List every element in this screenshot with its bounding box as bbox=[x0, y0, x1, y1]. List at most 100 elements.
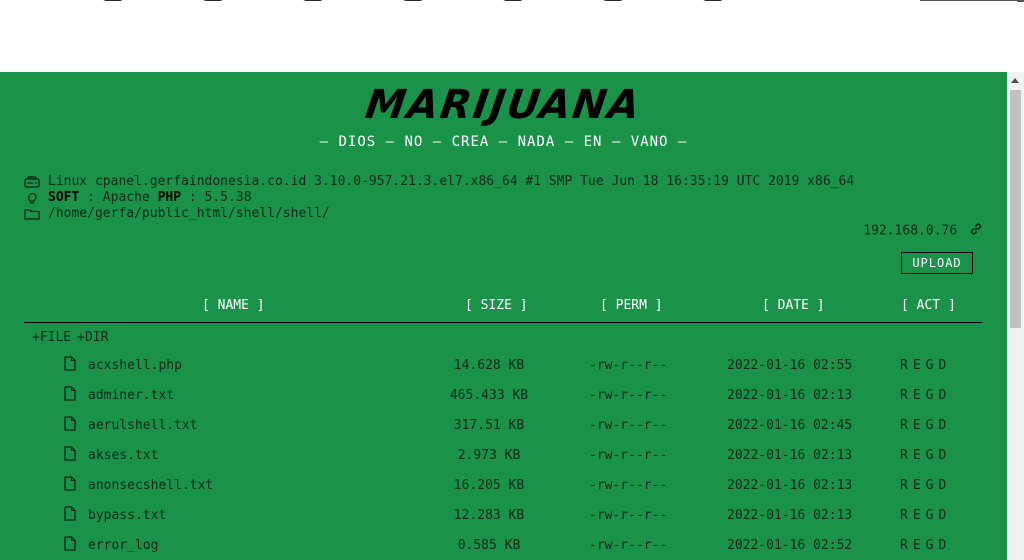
upload-button[interactable]: UPLOAD bbox=[901, 252, 973, 274]
file-permissions[interactable]: -rw-r--r-- bbox=[589, 418, 667, 433]
table-row: acxshell.php 14.628 KB -rw-r--r-- 2022-01-1… bbox=[24, 352, 982, 382]
column-date-header: [ DATE ] bbox=[762, 298, 825, 313]
action-delete-button[interactable]: D bbox=[938, 478, 946, 493]
soft-label: SOFT bbox=[48, 190, 80, 205]
action-edit-button[interactable]: E bbox=[913, 538, 921, 553]
action-edit-button[interactable]: E bbox=[913, 508, 921, 523]
file-date: 2022-01-16 02:13 bbox=[727, 478, 853, 493]
uname-text: Linux cpanel.gerfaindonesia.co.id 3.10.0… bbox=[48, 174, 855, 189]
file-icon bbox=[64, 536, 76, 555]
folder-icon bbox=[24, 208, 40, 220]
file-name[interactable]: anonsecshell.txt bbox=[88, 478, 213, 493]
action-delete-button[interactable]: D bbox=[938, 418, 946, 433]
file-actions: REGD bbox=[900, 478, 951, 493]
table-row: anonsecshell.txt 16.205 KB -rw-r--r-- 2022-… bbox=[24, 472, 982, 502]
action-edit-button[interactable]: E bbox=[913, 418, 921, 433]
file-actions: REGD bbox=[900, 388, 951, 403]
action-download-button[interactable]: G bbox=[926, 358, 934, 373]
file-size: 12.283 KB bbox=[453, 508, 525, 523]
php-value: : 5.5.38 bbox=[181, 190, 252, 205]
file-date: 2022-01-16 02:13 bbox=[727, 448, 853, 463]
new-dir-button[interactable]: +DIR bbox=[77, 330, 108, 345]
file-actions: REGD bbox=[900, 538, 951, 553]
file-actions: REGD bbox=[900, 508, 951, 523]
file-permissions[interactable]: -rw-r--r-- bbox=[589, 388, 667, 403]
file-name[interactable]: bypass.txt bbox=[88, 508, 166, 523]
action-delete-button[interactable]: D bbox=[938, 358, 946, 373]
file-name[interactable]: adminer.txt bbox=[88, 388, 174, 403]
file-actions: REGD bbox=[900, 448, 951, 463]
file-icon bbox=[64, 506, 76, 525]
file-permissions[interactable]: -rw-r--r-- bbox=[589, 508, 667, 523]
column-perm-header: [ PERM ] bbox=[600, 298, 663, 313]
path-line: /home/gerfa/public_html/shell/shell/ bbox=[24, 206, 330, 221]
action-edit-button[interactable]: E bbox=[913, 478, 921, 493]
table-row: akses.txt 2.973 KB -rw-r--r-- 2022-01-16 02… bbox=[24, 442, 982, 472]
file-name[interactable]: akses.txt bbox=[88, 448, 158, 463]
file-name[interactable]: error_log bbox=[88, 538, 158, 553]
action-delete-button[interactable]: D bbox=[938, 388, 946, 403]
action-edit-button[interactable]: E bbox=[913, 388, 921, 403]
file-name[interactable]: acxshell.php bbox=[88, 358, 182, 373]
soft-value: : Apache bbox=[79, 190, 158, 205]
uname-line: Linux cpanel.gerfaindonesia.co.id 3.10.0… bbox=[24, 174, 854, 189]
file-size: 16.205 KB bbox=[453, 478, 525, 493]
file-size: 14.628 KB bbox=[453, 358, 525, 373]
action-rename-button[interactable]: R bbox=[900, 388, 908, 403]
scroll-up-arrow-icon[interactable] bbox=[1011, 78, 1019, 83]
file-size: 317.51 KB bbox=[453, 418, 525, 433]
action-delete-button[interactable]: D bbox=[938, 538, 946, 553]
ip-line: 192.168.0.76 bbox=[863, 222, 983, 240]
column-size-header: [ SIZE ] bbox=[465, 298, 528, 313]
action-download-button[interactable]: G bbox=[926, 418, 934, 433]
file-size: 465.433 KB bbox=[449, 388, 529, 403]
action-rename-button[interactable]: R bbox=[900, 538, 908, 553]
scrollbar-thumb[interactable] bbox=[1010, 90, 1021, 328]
action-edit-button[interactable]: E bbox=[913, 448, 921, 463]
file-icon bbox=[64, 386, 76, 405]
file-permissions[interactable]: -rw-r--r-- bbox=[589, 448, 667, 463]
new-file-button[interactable]: +FILE bbox=[32, 330, 71, 345]
file-permissions[interactable]: -rw-r--r-- bbox=[589, 538, 667, 553]
action-delete-button[interactable]: D bbox=[938, 508, 946, 523]
action-download-button[interactable]: G bbox=[926, 448, 934, 463]
file-icon bbox=[64, 446, 76, 465]
table-row: adminer.txt 465.433 KB -rw-r--r-- 2022-01-1… bbox=[24, 382, 982, 412]
file-manager-page: MARIJUANA — DIOS — NO — CREA — NADA — EN… bbox=[0, 72, 1007, 560]
table-row: error_log 0.585 KB -rw-r--r-- 2022-01-16 02… bbox=[24, 532, 982, 560]
file-icon bbox=[64, 416, 76, 435]
file-permissions[interactable]: -rw-r--r-- bbox=[589, 478, 667, 493]
table-header: [ NAME ] [ SIZE ] [ PERM ] [ DATE ] [ AC… bbox=[24, 298, 982, 322]
action-edit-button[interactable]: E bbox=[913, 358, 921, 373]
slogan: — DIOS — NO — CREA — NADA — EN — VANO — bbox=[319, 134, 688, 150]
table-row: bypass.txt 12.283 KB -rw-r--r-- 2022-01-16 … bbox=[24, 502, 982, 532]
file-actions: REGD bbox=[900, 418, 951, 433]
action-rename-button[interactable]: R bbox=[900, 508, 908, 523]
file-date: 2022-01-16 02:45 bbox=[727, 418, 853, 433]
server-ip: 192.168.0.76 bbox=[863, 223, 958, 239]
action-delete-button[interactable]: D bbox=[938, 448, 946, 463]
file-date: 2022-01-16 02:55 bbox=[727, 358, 853, 373]
action-download-button[interactable]: G bbox=[926, 478, 934, 493]
file-permissions[interactable]: -rw-r--r-- bbox=[589, 358, 667, 373]
lightbulb-icon bbox=[24, 192, 40, 204]
action-download-button[interactable]: G bbox=[926, 388, 934, 403]
file-icon bbox=[64, 476, 76, 495]
file-icon bbox=[64, 356, 76, 375]
file-size: 0.585 KB bbox=[457, 538, 521, 553]
action-rename-button[interactable]: R bbox=[900, 358, 908, 373]
file-date: 2022-01-16 02:13 bbox=[727, 508, 853, 523]
link-icon[interactable] bbox=[969, 222, 983, 240]
hard-drive-icon bbox=[24, 175, 40, 188]
action-rename-button[interactable]: R bbox=[900, 478, 908, 493]
file-name[interactable]: aerulshell.txt bbox=[88, 418, 198, 433]
current-path[interactable]: /home/gerfa/public_html/shell/shell/ bbox=[48, 206, 330, 221]
action-rename-button[interactable]: R bbox=[900, 418, 908, 433]
action-download-button[interactable]: G bbox=[926, 508, 934, 523]
vertical-scrollbar[interactable] bbox=[1007, 72, 1024, 560]
file-actions: REGD bbox=[900, 358, 951, 373]
file-date: 2022-01-16 02:13 bbox=[727, 388, 853, 403]
file-date: 2022-01-16 02:52 bbox=[727, 538, 853, 553]
action-download-button[interactable]: G bbox=[926, 538, 934, 553]
action-rename-button[interactable]: R bbox=[900, 448, 908, 463]
